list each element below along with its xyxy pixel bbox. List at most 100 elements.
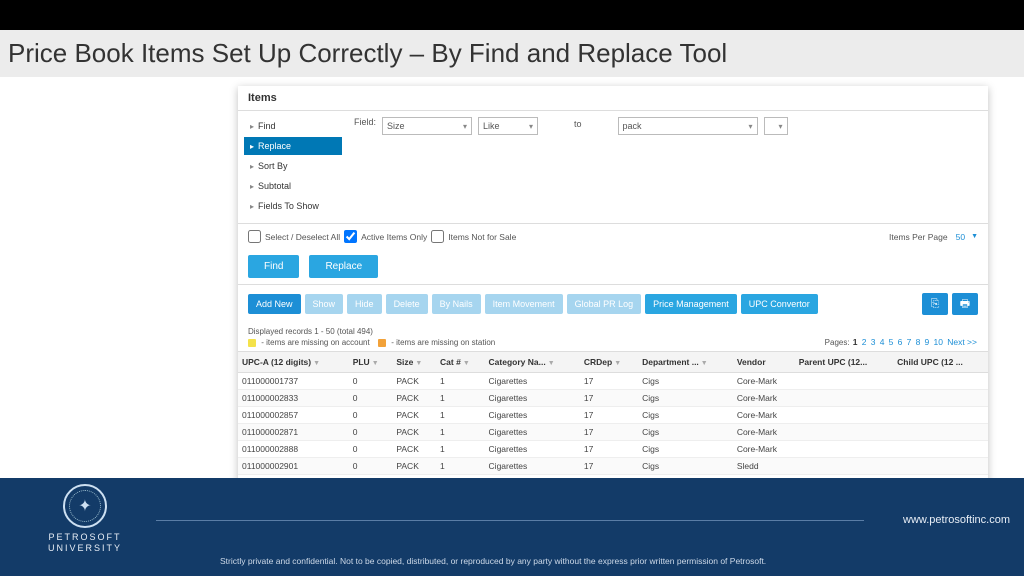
cell-vendor: Core-Mark bbox=[733, 390, 795, 407]
page-link[interactable]: 6 bbox=[898, 337, 903, 347]
table-row[interactable]: 0110000028880PACK1Cigarettes17CigsCore-M… bbox=[238, 441, 988, 458]
global-prlog-button[interactable]: Global PR Log bbox=[567, 294, 642, 314]
cell-cat: 1 bbox=[436, 458, 485, 475]
filter-icon[interactable]: ▼ bbox=[313, 360, 320, 367]
page-link[interactable]: 9 bbox=[925, 337, 930, 347]
brand-line1: PETROSOFT bbox=[48, 532, 122, 543]
toolbar: Add New Show Hide Delete By Nails Item M… bbox=[238, 284, 988, 323]
side-sortby[interactable]: Sort By bbox=[244, 157, 342, 175]
pages-label: Pages: bbox=[825, 338, 850, 347]
cell-crdep: 17 bbox=[580, 441, 638, 458]
side-subtotal[interactable]: Subtotal bbox=[244, 177, 342, 195]
cell-cat: 1 bbox=[436, 407, 485, 424]
col-dept: Department ...▼ bbox=[638, 352, 733, 373]
price-mgmt-button[interactable]: Price Management bbox=[645, 294, 737, 314]
replace-button[interactable]: Replace bbox=[309, 255, 378, 278]
value2-select[interactable] bbox=[764, 117, 788, 135]
table-row[interactable]: 0110000017370PACK1Cigarettes17CigsCore-M… bbox=[238, 373, 988, 390]
hide-button[interactable]: Hide bbox=[347, 294, 382, 314]
cell-size: PACK bbox=[392, 407, 436, 424]
field-label: Field: bbox=[354, 117, 376, 127]
page-link[interactable]: 8 bbox=[916, 337, 921, 347]
cell-parent bbox=[795, 458, 893, 475]
cell-size: PACK bbox=[392, 373, 436, 390]
active-only-checkbox[interactable] bbox=[344, 230, 357, 243]
cell-parent bbox=[795, 407, 893, 424]
operator-select[interactable]: Like bbox=[478, 117, 538, 135]
cell-child bbox=[893, 458, 988, 475]
bynails-button[interactable]: By Nails bbox=[432, 294, 481, 314]
legend-dot-orange bbox=[378, 339, 386, 347]
filter-icon[interactable]: ▼ bbox=[701, 360, 708, 367]
cell-catname: Cigarettes bbox=[485, 424, 580, 441]
col-child: Child UPC (12 ... bbox=[893, 352, 988, 373]
filter-icon[interactable]: ▼ bbox=[463, 360, 470, 367]
ipp-label: Items Per Page bbox=[889, 232, 948, 242]
title-bar: Price Book Items Set Up Correctly – By F… bbox=[0, 30, 1024, 77]
cell-size: PACK bbox=[392, 441, 436, 458]
cell-plu: 0 bbox=[349, 373, 393, 390]
filter-icon[interactable]: ▼ bbox=[614, 360, 621, 367]
cell-catname: Cigarettes bbox=[485, 407, 580, 424]
to-label: to bbox=[544, 117, 612, 129]
side-replace[interactable]: Replace bbox=[244, 137, 342, 155]
field-select[interactable]: Size bbox=[382, 117, 472, 135]
side-find[interactable]: Find bbox=[244, 117, 342, 135]
upc-convertor-button[interactable]: UPC Convertor bbox=[741, 294, 818, 314]
cell-crdep: 17 bbox=[580, 424, 638, 441]
ipp-value[interactable]: 50 bbox=[956, 232, 965, 242]
cell-crdep: 17 bbox=[580, 390, 638, 407]
footer-disclaimer: Strictly private and confidential. Not t… bbox=[220, 556, 766, 566]
page-next[interactable]: Next >> bbox=[947, 337, 977, 347]
cell-vendor: Core-Mark bbox=[733, 373, 795, 390]
table-row[interactable]: 0110000028330PACK1Cigarettes17CigsCore-M… bbox=[238, 390, 988, 407]
export-icon[interactable]: ⎘ bbox=[922, 293, 948, 315]
not-for-sale-checkbox[interactable] bbox=[431, 230, 444, 243]
cell-upc: 011000001737 bbox=[238, 373, 349, 390]
cell-upc: 011000002901 bbox=[238, 458, 349, 475]
cell-vendor: Core-Mark bbox=[733, 424, 795, 441]
cell-cat: 1 bbox=[436, 373, 485, 390]
side-fields[interactable]: Fields To Show bbox=[244, 197, 342, 215]
chevron-down-icon[interactable]: ▼ bbox=[971, 233, 978, 240]
legend-dot-yellow bbox=[248, 339, 256, 347]
table-row[interactable]: 0110000029010PACK1Cigarettes17CigsSledd bbox=[238, 458, 988, 475]
cell-child bbox=[893, 390, 988, 407]
brand-logo: PETROSOFT UNIVERSITY bbox=[48, 484, 122, 554]
page-link[interactable]: 4 bbox=[880, 337, 885, 347]
filter-icon[interactable]: ▼ bbox=[548, 360, 555, 367]
filter-icon[interactable]: ▼ bbox=[415, 360, 422, 367]
legend-account: - items are missing on account bbox=[261, 338, 370, 347]
page-link[interactable]: 10 bbox=[934, 337, 943, 347]
info-row: Displayed records 1 - 50 (total 494) - i… bbox=[238, 323, 988, 351]
page-link[interactable]: 7 bbox=[907, 337, 912, 347]
col-catname: Category Na...▼ bbox=[485, 352, 580, 373]
cell-child bbox=[893, 373, 988, 390]
delete-button[interactable]: Delete bbox=[386, 294, 428, 314]
page-link[interactable]: 1 bbox=[853, 337, 858, 347]
cell-crdep: 17 bbox=[580, 458, 638, 475]
page-link[interactable]: 2 bbox=[862, 337, 867, 347]
side-menu: Find Replace Sort By Subtotal Fields To … bbox=[238, 111, 348, 223]
cell-cat: 1 bbox=[436, 441, 485, 458]
cell-size: PACK bbox=[392, 458, 436, 475]
add-new-button[interactable]: Add New bbox=[248, 294, 301, 314]
table-row[interactable]: 0110000028570PACK1Cigarettes17CigsCore-M… bbox=[238, 407, 988, 424]
col-parent: Parent UPC (12... bbox=[795, 352, 893, 373]
options-row: Select / Deselect All Active Items Only … bbox=[238, 223, 988, 249]
item-movement-button[interactable]: Item Movement bbox=[485, 294, 563, 314]
cell-parent bbox=[795, 424, 893, 441]
cell-dept: Cigs bbox=[638, 424, 733, 441]
value-select[interactable]: pack bbox=[618, 117, 758, 135]
page-link[interactable]: 3 bbox=[871, 337, 876, 347]
filter-icon[interactable]: ▼ bbox=[372, 360, 379, 367]
cell-crdep: 17 bbox=[580, 407, 638, 424]
select-all-checkbox[interactable] bbox=[248, 230, 261, 243]
cell-vendor: Core-Mark bbox=[733, 441, 795, 458]
find-button[interactable]: Find bbox=[248, 255, 299, 278]
cell-plu: 0 bbox=[349, 390, 393, 407]
show-button[interactable]: Show bbox=[305, 294, 344, 314]
table-row[interactable]: 0110000028710PACK1Cigarettes17CigsCore-M… bbox=[238, 424, 988, 441]
page-link[interactable]: 5 bbox=[889, 337, 894, 347]
print-icon[interactable]: 🖶 bbox=[952, 293, 978, 315]
